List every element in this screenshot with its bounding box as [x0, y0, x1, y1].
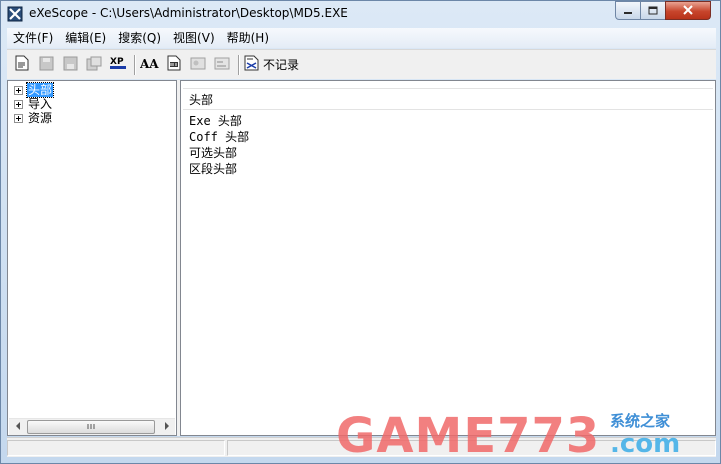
svg-text:XP: XP: [110, 57, 124, 67]
xp-icon: XP: [109, 55, 127, 74]
client-area: 头部 导入 资源 头部 Exe 头部 Coff 头部 可选头部 区段头部: [7, 80, 716, 436]
maximize-icon: [648, 4, 658, 18]
expand-plus-icon[interactable]: [14, 113, 23, 123]
watermark-side: 系统之家 .com: [610, 410, 721, 457]
scroll-grip-icon: [87, 423, 95, 432]
dialog-disabled-icon: [214, 56, 230, 74]
save-disabled-icon: [39, 56, 54, 74]
exescope-app-icon: [7, 6, 23, 22]
window-title: eXeScope - C:\Users\Administrator\Deskto…: [29, 6, 348, 20]
image-disabled-icon: [190, 56, 206, 74]
font-button[interactable]: AA: [139, 54, 161, 76]
title-bar[interactable]: eXeScope - C:\Users\Administrator\Deskto…: [1, 1, 720, 27]
svg-text:AA: AA: [140, 57, 159, 71]
tree-item-imports[interactable]: 导入: [12, 97, 53, 111]
binary-icon: [167, 55, 181, 74]
tree-list: 头部 导入 资源: [12, 82, 55, 125]
dialog-view-button[interactable]: [211, 54, 233, 76]
menu-bar: 文件(F) 编辑(E) 搜索(Q) 视图(V) 帮助(H): [7, 28, 716, 48]
save-as-button[interactable]: [59, 54, 81, 76]
tree-item-label[interactable]: 导入: [27, 97, 53, 111]
watermark-com: .com: [610, 429, 681, 459]
arrow-right-icon: [164, 422, 170, 432]
app-window: eXeScope - C:\Users\Administrator\Deskto…: [0, 0, 721, 464]
tree-item-label[interactable]: 头部: [25, 82, 55, 98]
content-list: 头部 Exe 头部 Coff 头部 可选头部 区段头部: [183, 88, 713, 432]
minimize-button[interactable]: [615, 1, 641, 20]
minimize-icon: [623, 4, 633, 18]
scroll-right-button[interactable]: [158, 419, 175, 435]
font-icon: AA: [139, 55, 160, 74]
column-header[interactable]: 头部: [183, 88, 713, 110]
export-button[interactable]: [83, 54, 105, 76]
watermark: GAME773 系统之家 .com: [336, 404, 680, 464]
document-icon: [15, 55, 29, 74]
tree-item-header[interactable]: 头部: [12, 82, 55, 98]
expand-plus-icon[interactable]: [14, 85, 23, 95]
column-header-label: 头部: [189, 92, 214, 107]
expand-plus-icon[interactable]: [14, 99, 23, 109]
open-file-button[interactable]: [11, 54, 33, 76]
no-record-button[interactable]: 不记录: [243, 54, 303, 76]
menu-view[interactable]: 视图(V): [167, 28, 221, 48]
export-disabled-icon: [86, 56, 102, 74]
close-button[interactable]: [665, 1, 711, 20]
tree-item-resources[interactable]: 资源: [12, 111, 53, 125]
toolbar-separator: [238, 54, 240, 75]
toolbar: XP AA 不记录: [7, 49, 716, 79]
tree-horizontal-scrollbar[interactable]: [9, 418, 175, 435]
xp-style-button[interactable]: XP: [107, 54, 129, 76]
maximize-button[interactable]: [640, 1, 666, 20]
scroll-thumb[interactable]: [27, 420, 155, 434]
list-item[interactable]: Exe 头部: [189, 113, 713, 129]
content-panel: 头部 Exe 头部 Coff 头部 可选头部 区段头部: [180, 80, 716, 436]
save-button[interactable]: [35, 54, 57, 76]
menu-help[interactable]: 帮助(H): [221, 28, 275, 48]
tree-item-label[interactable]: 资源: [27, 111, 53, 125]
content-rows: Exe 头部 Coff 头部 可选头部 区段头部: [183, 110, 713, 177]
disk-disabled-icon: [63, 56, 78, 74]
binary-view-button[interactable]: [163, 54, 185, 76]
arrow-left-icon: [15, 422, 21, 432]
tree-panel[interactable]: 头部 导入 资源: [7, 80, 177, 436]
list-item[interactable]: 可选头部: [189, 145, 713, 161]
list-item[interactable]: Coff 头部: [189, 129, 713, 145]
toolbar-separator: [134, 54, 136, 75]
watermark-cn: 系统之家: [610, 412, 671, 430]
scroll-left-button[interactable]: [9, 419, 26, 435]
list-item[interactable]: 区段头部: [189, 161, 713, 177]
image-view-button[interactable]: [187, 54, 209, 76]
close-icon: [682, 4, 694, 18]
menu-edit[interactable]: 编辑(E): [59, 28, 112, 48]
menu-search[interactable]: 搜索(Q): [112, 28, 167, 48]
no-record-label: 不记录: [263, 58, 300, 72]
menu-file[interactable]: 文件(F): [7, 28, 59, 48]
no-record-icon: [243, 54, 261, 75]
status-pane-left: [7, 440, 225, 456]
watermark-text: GAME773: [336, 408, 601, 464]
